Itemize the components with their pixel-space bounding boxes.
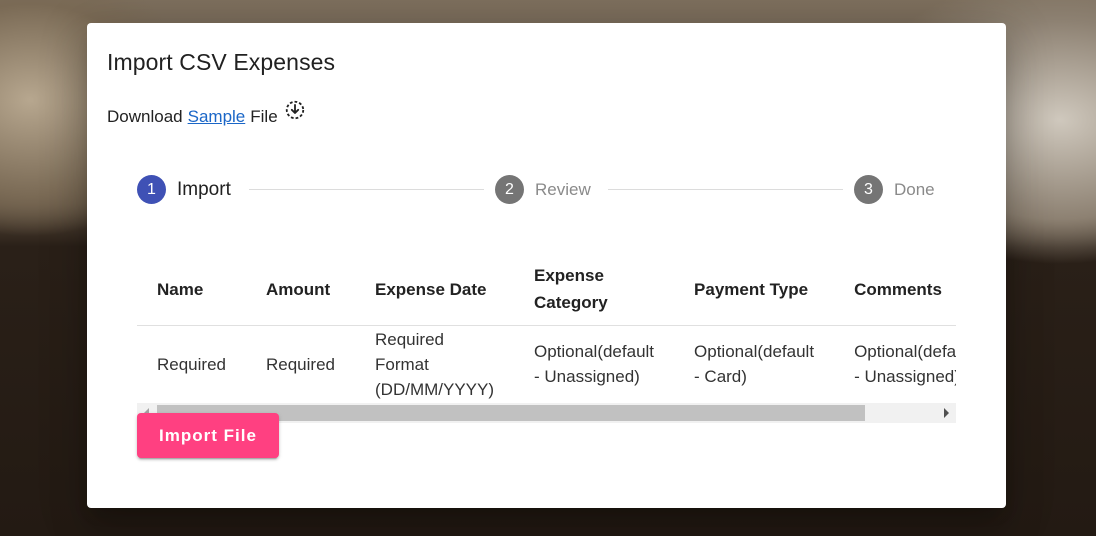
download-prefix: Download: [107, 107, 183, 126]
columns-table: Name Amount Expense Date Expense Categor…: [137, 253, 956, 400]
dialog-title: Import CSV Expenses: [107, 49, 336, 75]
import-file-button[interactable]: Import File: [137, 413, 279, 458]
download-circle-icon[interactable]: [284, 99, 306, 121]
cell-expense-category: Optional(default - Unassigned): [534, 342, 655, 386]
column-header-name: Name: [137, 253, 246, 326]
cell-name: Required: [157, 354, 226, 374]
cell-expense-date: Required Format (DD/MM/YYYY): [375, 329, 494, 399]
column-header-amount: Amount: [246, 253, 355, 326]
cell-comments: Optional(default - Unassigned): [854, 342, 956, 386]
download-sample-row: Download Sample File: [107, 100, 306, 127]
table-header-row: Name Amount Expense Date Expense Categor…: [137, 253, 956, 326]
step-done[interactable]: 3 Done: [854, 175, 935, 204]
step-label: Done: [894, 179, 935, 199]
cell-amount: Required: [266, 354, 335, 374]
table-row: Required Required Required Format (DD/MM…: [137, 326, 956, 401]
column-header-expense-date: Expense Date: [355, 253, 514, 326]
step-import[interactable]: 1 Import: [137, 175, 231, 204]
scroll-right-arrow-icon[interactable]: [944, 408, 949, 418]
step-connector: [608, 189, 843, 190]
sample-file-link[interactable]: Sample: [188, 107, 246, 127]
download-suffix: File: [250, 107, 278, 126]
step-number: 2: [495, 175, 524, 204]
cell-payment-type: Optional(default - Card): [694, 342, 815, 386]
step-number: 3: [854, 175, 883, 204]
step-label: Review: [535, 179, 591, 199]
step-review[interactable]: 2 Review: [495, 175, 591, 204]
column-header-payment-type: Payment Type: [674, 253, 835, 326]
step-number: 1: [137, 175, 166, 204]
import-dialog: Import CSV Expenses Download Sample File…: [87, 23, 1006, 508]
step-label: Import: [177, 178, 231, 200]
stepper: 1 Import 2 Review 3 Done: [137, 175, 937, 205]
column-header-expense-category: Expense Category: [514, 253, 675, 326]
column-header-comments: Comments: [834, 253, 956, 326]
columns-table-container: Name Amount Expense Date Expense Categor…: [137, 253, 956, 400]
step-connector: [249, 189, 484, 190]
